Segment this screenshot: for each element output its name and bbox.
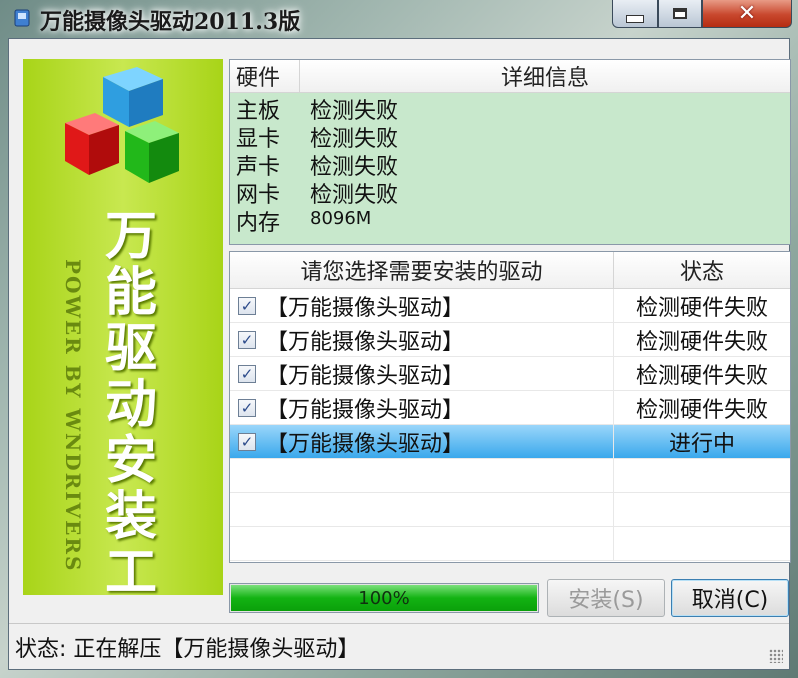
status-bar: 状态: 正在解压【万能摄像头驱动】 xyxy=(9,623,789,669)
progress-label: 100% xyxy=(358,587,410,609)
title-bar[interactable]: 万能摄像头驱动2011.3版 ✕ xyxy=(0,0,798,38)
list-item[interactable]: 网卡 检测失败 xyxy=(230,177,790,208)
empty-row xyxy=(230,493,790,527)
side-banner: POWER BY WNDRIVERS 万 能 驱 动 安 装 工 具 xyxy=(23,59,223,595)
table-row[interactable]: ✓ 【万能摄像头驱动】 检测硬件失败 xyxy=(230,357,790,391)
close-button[interactable]: ✕ xyxy=(702,0,792,28)
hardware-name: 内存 xyxy=(236,211,281,236)
maximize-icon xyxy=(673,8,687,19)
banner-title-char: 动 xyxy=(104,375,157,435)
table-row[interactable]: ✓ 【万能摄像头驱动】 检测硬件失败 xyxy=(230,391,790,425)
window-title: 万能摄像头驱动2011.3版 xyxy=(40,9,301,35)
maximize-button[interactable] xyxy=(658,0,702,28)
column-header-driver[interactable]: 请您选择需要安装的驱动 xyxy=(230,252,614,288)
hardware-name: 网卡 xyxy=(236,183,281,208)
list-item[interactable]: 显卡 检测失败 xyxy=(230,121,790,152)
hardware-detail: 8096M xyxy=(310,208,372,229)
driver-status: 检测硬件失败 xyxy=(635,397,768,423)
banner-title-char: 驱 xyxy=(104,319,157,379)
checkbox-checked-icon[interactable]: ✓ xyxy=(238,364,256,383)
checkbox-checked-icon[interactable]: ✓ xyxy=(238,398,256,417)
hardware-detail: 检测失败 xyxy=(310,99,399,124)
banner-title: 万 能 驱 动 安 装 工 具 xyxy=(101,209,161,595)
column-header-hardware[interactable]: 硬件 xyxy=(230,60,300,92)
hardware-name: 显卡 xyxy=(236,127,281,152)
driver-name: 【万能摄像头驱动】 xyxy=(266,363,465,389)
driver-name: 【万能摄像头驱动】 xyxy=(266,431,465,457)
banner-title-char: 装 xyxy=(104,487,157,547)
banner-title-char: 工 xyxy=(104,543,157,595)
driver-list-header: 请您选择需要安装的驱动 状态 xyxy=(230,252,790,289)
driver-status: 检测硬件失败 xyxy=(635,295,768,321)
hardware-detail: 检测失败 xyxy=(310,183,399,208)
empty-row xyxy=(230,527,790,561)
hardware-detail: 检测失败 xyxy=(310,127,399,152)
hardware-detail: 检测失败 xyxy=(310,155,399,180)
banner-title-char: 能 xyxy=(104,263,157,323)
driver-status: 检测硬件失败 xyxy=(635,329,768,355)
hardware-name: 声卡 xyxy=(236,155,281,180)
table-row-selected[interactable]: ✓ 【万能摄像头驱动】 进行中 xyxy=(230,425,790,459)
checkbox-checked-icon[interactable]: ✓ xyxy=(238,296,256,315)
driver-name: 【万能摄像头驱动】 xyxy=(266,397,465,423)
driver-status: 检测硬件失败 xyxy=(635,363,768,389)
driver-list[interactable]: 请您选择需要安装的驱动 状态 ✓ 【万能摄像头驱动】 检测硬件失败 ✓ 【万能摄像头… xyxy=(229,251,791,563)
app-icon xyxy=(14,9,30,27)
hardware-info-list[interactable]: 硬件 详细信息 主板 检测失败 显卡 检测失败 声卡 检测失败 网卡 检测失败 … xyxy=(229,59,791,245)
list-item[interactable]: 声卡 检测失败 xyxy=(230,149,790,180)
hardware-list-header: 硬件 详细信息 xyxy=(230,60,790,93)
dialog-body: POWER BY WNDRIVERS 万 能 驱 动 安 装 工 具 硬件 详细… xyxy=(8,38,791,670)
install-progress-bar: 100% xyxy=(229,583,539,613)
table-row[interactable]: ✓ 【万能摄像头驱动】 检测硬件失败 xyxy=(230,289,790,323)
list-item[interactable]: 主板 检测失败 xyxy=(230,93,790,124)
driver-name: 【万能摄像头驱动】 xyxy=(266,329,465,355)
status-text: 状态: 正在解压【万能摄像头驱动】 xyxy=(15,636,360,662)
cancel-button[interactable]: 取消(C) xyxy=(671,579,789,617)
driver-name: 【万能摄像头驱动】 xyxy=(266,295,465,321)
window-frame: 万能摄像头驱动2011.3版 ✕ POWER BY WNDRIVERS 万 能 … xyxy=(0,0,798,678)
banner-title-char: 万 xyxy=(104,207,157,267)
close-icon: ✕ xyxy=(737,1,757,26)
checkbox-checked-icon[interactable]: ✓ xyxy=(238,432,256,451)
minimize-button[interactable] xyxy=(612,0,658,28)
checkbox-checked-icon[interactable]: ✓ xyxy=(238,330,256,349)
resize-grip-icon[interactable] xyxy=(769,649,783,663)
empty-row xyxy=(230,459,790,493)
column-header-status[interactable]: 状态 xyxy=(614,252,790,288)
cubes-logo-icon xyxy=(65,67,179,183)
list-item[interactable]: 内存 8096M xyxy=(230,205,790,236)
banner-title-char: 安 xyxy=(104,431,157,491)
table-row[interactable]: ✓ 【万能摄像头驱动】 检测硬件失败 xyxy=(230,323,790,357)
driver-status: 进行中 xyxy=(668,431,735,457)
install-button[interactable]: 安装(S) xyxy=(547,579,665,617)
minimize-icon xyxy=(626,14,644,23)
column-header-details[interactable]: 详细信息 xyxy=(300,60,790,92)
banner-subtitle: POWER BY WNDRIVERS xyxy=(61,259,85,573)
hardware-name: 主板 xyxy=(236,99,281,124)
